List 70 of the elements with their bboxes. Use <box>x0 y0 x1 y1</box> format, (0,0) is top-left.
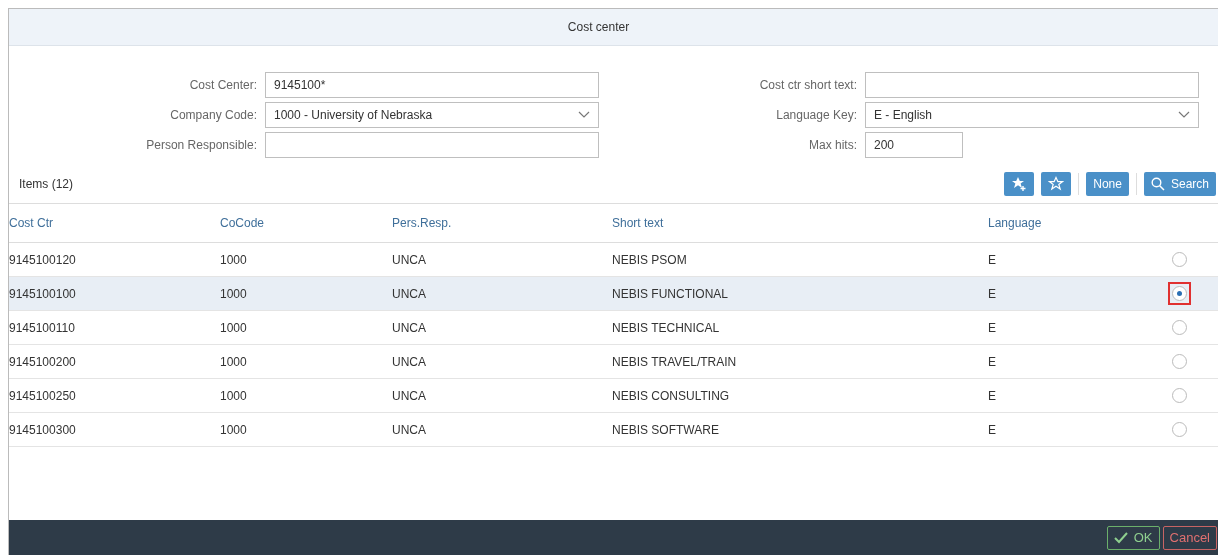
checkmark-icon <box>1113 531 1128 544</box>
table-cell: 1000 <box>220 320 247 335</box>
radio-button[interactable] <box>1172 252 1187 267</box>
search-icon <box>1150 177 1165 191</box>
table-cell: E <box>988 252 996 267</box>
radio-button[interactable] <box>1172 422 1187 437</box>
table-cell: E <box>988 320 996 335</box>
table-cell: NEBIS PSOM <box>612 252 687 267</box>
chevron-down-icon <box>1178 111 1190 119</box>
dropdown-field[interactable]: 1000 - University of Nebraska <box>265 102 599 128</box>
table-cell: NEBIS CONSULTING <box>612 388 730 403</box>
ok-button[interactable]: OK <box>1106 525 1160 550</box>
table-cell: 1000 <box>220 422 247 437</box>
table-row[interactable]: 9145100110 1000 UNCA NEBIS TECHNICAL E <box>9 310 1218 345</box>
column-header: Short text <box>612 216 664 230</box>
table-cell: UNCA <box>392 354 426 369</box>
table-cell: UNCA <box>392 286 426 301</box>
dropdown-field[interactable]: E - English <box>865 102 1199 128</box>
radio-button[interactable] <box>1172 320 1187 335</box>
column-header: Language <box>988 216 1042 230</box>
column-header: Cost Ctr <box>9 216 53 230</box>
table-cell: E <box>988 354 996 369</box>
table-cell: 1000 <box>220 252 247 267</box>
table-row[interactable]: 9145100100 1000 UNCA NEBIS FUNCTIONAL E <box>9 276 1218 311</box>
table-cell: E <box>988 286 996 301</box>
favorite-button[interactable] <box>1041 172 1072 196</box>
cancel-button[interactable]: Cancel <box>1162 525 1217 550</box>
radio-button[interactable] <box>1172 388 1187 403</box>
table-row[interactable]: 9145100120 1000 UNCA NEBIS PSOM E <box>9 242 1218 277</box>
table-cell: UNCA <box>392 422 426 437</box>
input-field[interactable] <box>265 132 599 158</box>
input-field[interactable]: 9145100* <box>265 72 599 98</box>
table-cell: 1000 <box>220 286 247 301</box>
table-row[interactable]: 9145100200 1000 UNCA NEBIS TRAVEL/TRAIN E <box>9 344 1218 379</box>
table-cell: UNCA <box>392 252 426 267</box>
field-label: Person Responsible: <box>145 137 257 154</box>
table-cell: UNCA <box>392 388 426 403</box>
add-favorite-button[interactable] <box>1004 172 1035 196</box>
table-cell: 9145100120 <box>9 252 76 267</box>
column-header: Pers.Resp. <box>392 216 452 230</box>
chevron-down-icon <box>578 111 590 119</box>
field-label: Company Code: <box>169 107 257 124</box>
table-cell: NEBIS TRAVEL/TRAIN <box>612 354 737 369</box>
dialog-title: Cost center <box>567 20 630 34</box>
table-row[interactable]: 9145100250 1000 UNCA NEBIS CONSULTING E <box>9 378 1218 413</box>
table-cell: UNCA <box>392 320 426 335</box>
table-cell: E <box>988 422 996 437</box>
table-cell: NEBIS SOFTWARE <box>612 422 719 437</box>
table-cell: NEBIS TECHNICAL <box>612 320 720 335</box>
table-cell: 9145100250 <box>9 388 76 403</box>
field-label: Language Key: <box>775 107 857 124</box>
star-icon <box>1048 176 1065 192</box>
field-label: Cost ctr short text: <box>758 77 857 94</box>
table-cell: 9145100200 <box>9 354 76 369</box>
table-cell: 1000 <box>220 388 247 403</box>
input-field[interactable]: 200 <box>865 132 963 158</box>
field-label: Max hits: <box>808 137 857 154</box>
star-plus-icon <box>1011 176 1028 192</box>
radio-button[interactable] <box>1172 354 1187 369</box>
input-field[interactable] <box>865 72 1199 98</box>
table-cell: 9145100100 <box>9 286 76 301</box>
table-cell: 9145100300 <box>9 422 76 437</box>
table-cell: NEBIS FUNCTIONAL <box>612 286 728 301</box>
table-cell: 9145100110 <box>9 320 75 335</box>
column-header: CoCode <box>220 216 265 230</box>
table-cell: 1000 <box>220 354 247 369</box>
table-row[interactable]: 9145100300 1000 UNCA NEBIS SOFTWARE E <box>9 412 1218 447</box>
field-label: Cost Center: <box>188 77 257 94</box>
table-cell: E <box>988 388 996 403</box>
items-count: Items (12) <box>19 177 74 191</box>
